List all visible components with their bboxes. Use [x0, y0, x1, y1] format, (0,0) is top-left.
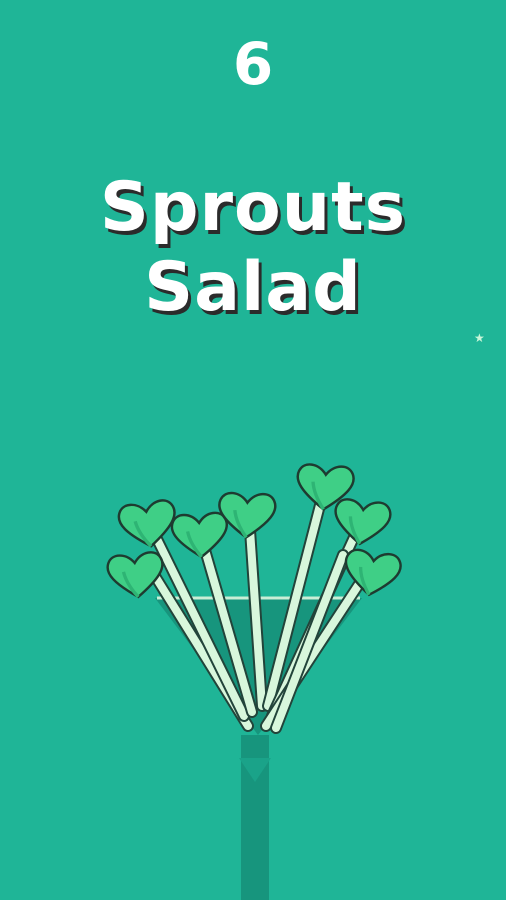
- sprout-leaf-4: [218, 491, 277, 539]
- sprout-leaf-1: [117, 499, 176, 548]
- sprout-leaf-2: [106, 551, 164, 599]
- sprout-leaf-3: [170, 511, 228, 559]
- sprout-bowl-scene[interactable]: [0, 0, 506, 900]
- sprout-leaf-6: [334, 498, 392, 546]
